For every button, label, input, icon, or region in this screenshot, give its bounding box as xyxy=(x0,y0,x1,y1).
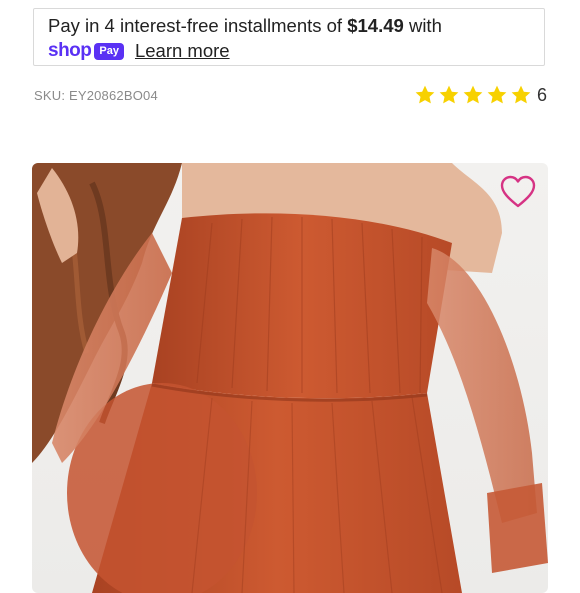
rating-count: 6 xyxy=(536,84,547,105)
installments-message: Pay in 4 interest-free installments of $… xyxy=(48,15,530,37)
favorite-heart-icon[interactable] xyxy=(500,175,536,209)
star-icon xyxy=(486,84,508,106)
installments-text: Pay in 4 interest-free installments of xyxy=(48,15,348,36)
shop-pay-logo: shop xyxy=(48,40,92,61)
shop-pay-installments-banner: Pay in 4 interest-free installments of $… xyxy=(33,8,545,66)
star-icon xyxy=(438,84,460,106)
product-sku: SKU: EY20862BO04 xyxy=(34,88,158,103)
star-icon xyxy=(462,84,484,106)
star-icon xyxy=(510,84,532,106)
shop-pay-logo-pill: Pay xyxy=(94,42,124,60)
installment-amount: $14.49 xyxy=(347,15,404,36)
star-icon xyxy=(414,84,436,106)
learn-more-link[interactable]: Learn more xyxy=(135,40,230,62)
product-image[interactable] xyxy=(32,163,548,593)
product-rating[interactable]: 6 xyxy=(412,84,547,106)
product-photo xyxy=(32,163,548,593)
installments-text-suffix: with xyxy=(403,15,442,36)
